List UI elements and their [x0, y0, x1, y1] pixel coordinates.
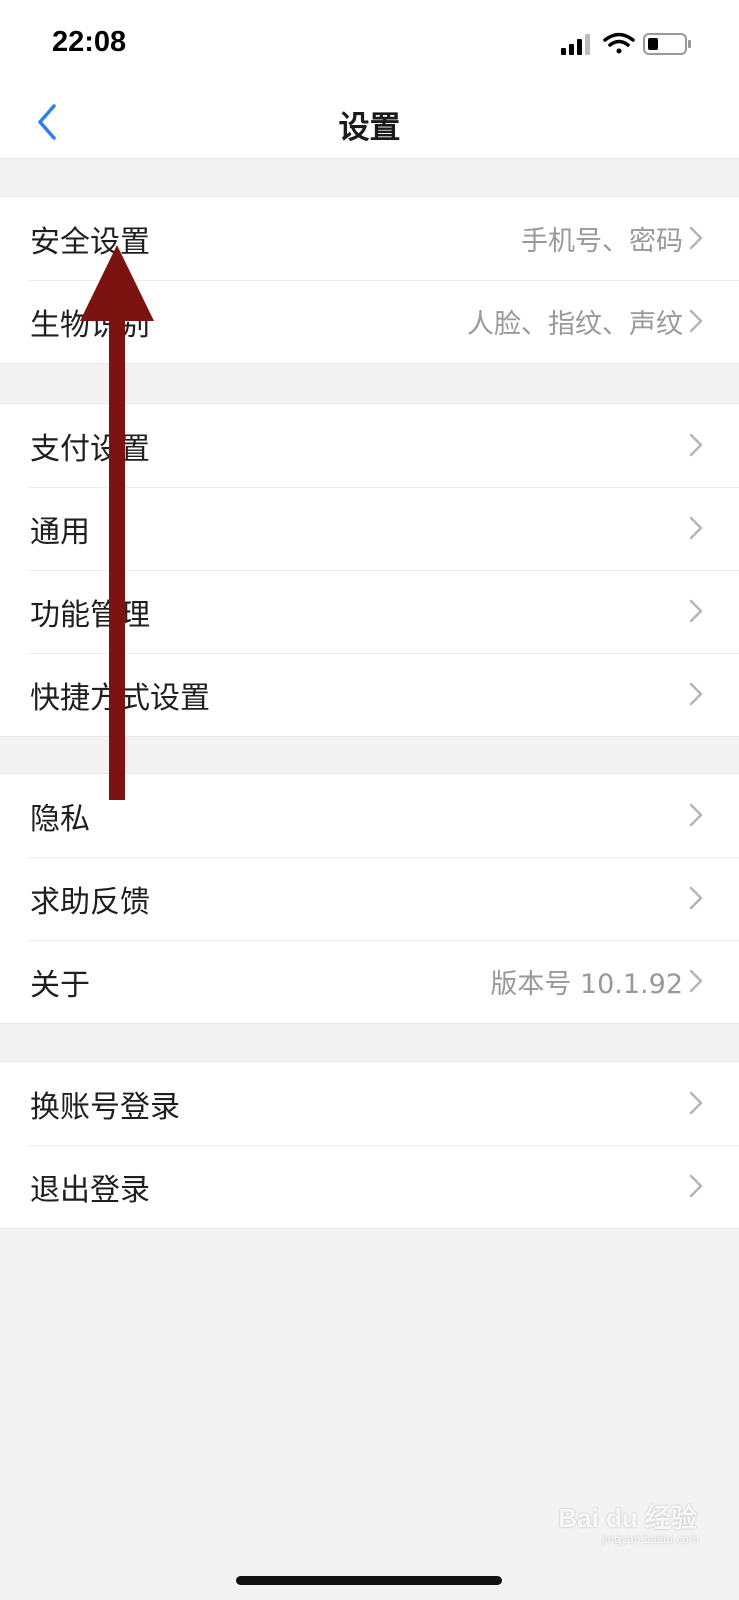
row-label: 通用 [30, 515, 90, 550]
row-label: 退出登录 [30, 1173, 150, 1208]
row-label: 关于 [30, 968, 90, 1003]
row-label: 支付设置 [30, 432, 150, 467]
chevron-right-icon [689, 226, 703, 250]
row-value: 人脸、指纹、声纹 [467, 309, 683, 340]
chevron-right-icon [689, 886, 703, 910]
settings-group-support: 隐私 求助反馈 关于 版本号 10.1.92 [0, 773, 739, 1024]
home-indicator[interactable] [236, 1576, 502, 1585]
chevron-right-icon [689, 433, 703, 457]
row-label: 安全设置 [30, 225, 150, 260]
status-icons [561, 32, 691, 55]
status-time: 22:08 [52, 26, 127, 58]
settings-row-general[interactable]: 通用 [0, 487, 739, 570]
status-bar: 22:08 [0, 0, 739, 88]
settings-row-payment[interactable]: 支付设置 [0, 404, 739, 487]
row-label: 换账号登录 [30, 1090, 180, 1125]
page-title: 设置 [338, 110, 401, 146]
settings-row-switch-account[interactable]: 换账号登录 [0, 1062, 739, 1145]
settings-row-feature-management[interactable]: 功能管理 [0, 570, 739, 653]
version-value: 版本号 10.1.92 [490, 969, 683, 1000]
settings-group-general: 支付设置 通用 功能管理 快捷方式设置 [0, 403, 739, 737]
settings-row-privacy[interactable]: 隐私 [0, 774, 739, 857]
row-label: 快捷方式设置 [30, 681, 210, 716]
chevron-right-icon [689, 682, 703, 706]
chevron-right-icon [689, 969, 703, 993]
chevron-right-icon [689, 309, 703, 333]
row-label: 功能管理 [30, 598, 150, 633]
settings-group-account: 换账号登录 退出登录 [0, 1061, 739, 1229]
row-label: 生物识别 [30, 308, 150, 343]
settings-row-security[interactable]: 安全设置 手机号、密码 [0, 197, 739, 280]
row-value: 手机号、密码 [521, 226, 683, 257]
row-label: 隐私 [30, 802, 90, 837]
watermark-logo: Bai du 经验 [558, 1503, 697, 1533]
chevron-right-icon [689, 803, 703, 827]
chevron-right-icon [689, 1091, 703, 1115]
battery-icon [643, 33, 691, 55]
chevron-right-icon [689, 1174, 703, 1198]
nav-bar: 设置 [0, 88, 739, 159]
settings-row-logout[interactable]: 退出登录 [0, 1145, 739, 1228]
settings-group-account-security: 安全设置 手机号、密码 生物识别 人脸、指纹、声纹 [0, 196, 739, 364]
settings-row-biometrics[interactable]: 生物识别 人脸、指纹、声纹 [0, 280, 739, 363]
row-label: 求助反馈 [30, 885, 150, 920]
chevron-right-icon [689, 516, 703, 540]
settings-row-about[interactable]: 关于 版本号 10.1.92 [0, 940, 739, 1023]
watermark-url: jingyan.baidu.com [602, 1532, 699, 1546]
settings-row-feedback[interactable]: 求助反馈 [0, 857, 739, 940]
wifi-icon [603, 32, 635, 54]
settings-row-shortcuts[interactable]: 快捷方式设置 [0, 653, 739, 736]
signal-icon [561, 34, 590, 55]
chevron-right-icon [689, 599, 703, 623]
